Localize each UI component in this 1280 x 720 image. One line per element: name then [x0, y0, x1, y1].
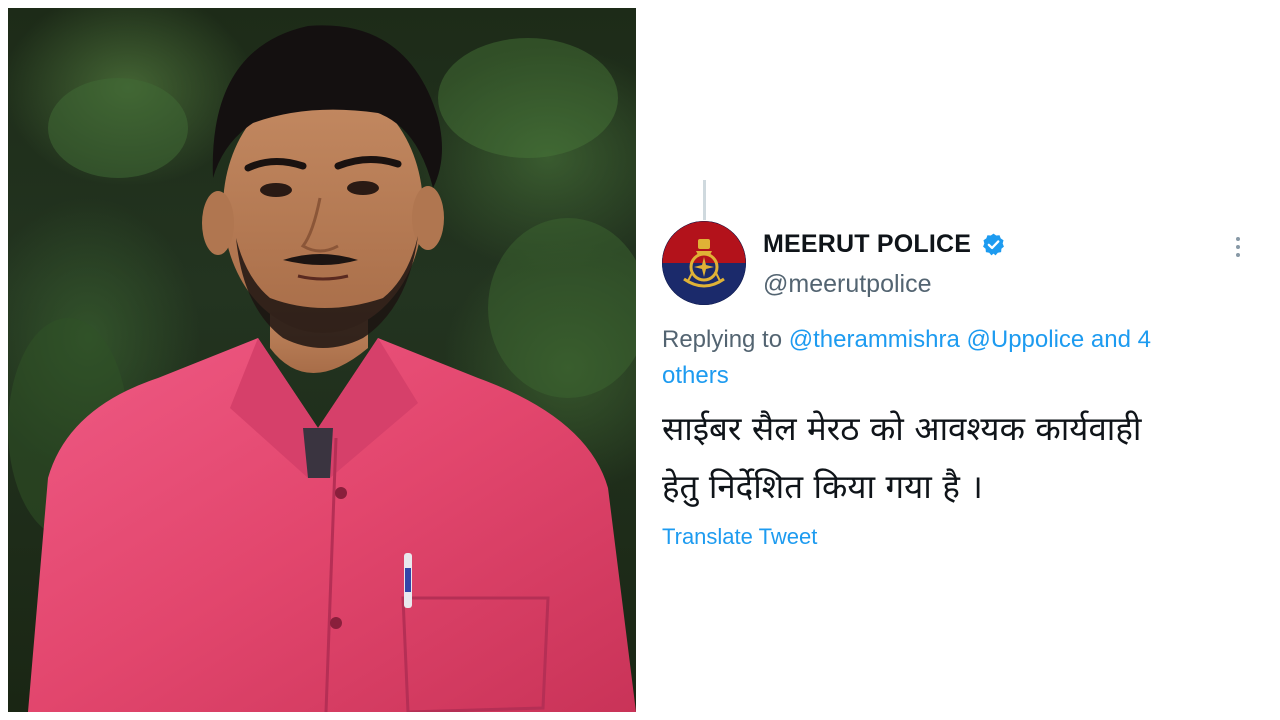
- tweet-card: MEERUT POLICE @meerutpolice Replying to …: [645, 0, 1280, 720]
- up-police-emblem-icon: [662, 221, 746, 305]
- portrait-illustration: [8, 25, 636, 712]
- others-link[interactable]: others: [662, 362, 729, 389]
- translate-tweet-link[interactable]: Translate Tweet: [662, 524, 817, 550]
- tweet-text-line-1: साईबर सैल मेरठ को आवश्यक कार्यवाही: [662, 409, 1142, 448]
- display-name[interactable]: MEERUT POLICE: [763, 230, 971, 259]
- portrait-photo: [8, 8, 636, 712]
- replying-to-line: Replying to @therammishra @Uppolice and …: [662, 322, 1222, 394]
- author-row: MEERUT POLICE: [763, 230, 1006, 259]
- more-dots-icon[interactable]: [1235, 236, 1241, 258]
- tweet-body: साईबर सैल मेरठ को आवश्यक कार्यवाही हेतु …: [662, 400, 1242, 516]
- author-handle[interactable]: @meerutpolice: [763, 270, 932, 299]
- replying-prefix: Replying to: [662, 326, 783, 353]
- collage-canvas: MEERUT POLICE @meerutpolice Replying to …: [0, 0, 1280, 720]
- avatar[interactable]: [662, 221, 746, 305]
- and-others-count[interactable]: and 4: [1091, 326, 1151, 353]
- mention-link-therammishra[interactable]: @therammishra: [789, 326, 960, 353]
- tweet-text-line-2: हेतु निर्देशित किया गया है ।: [662, 467, 983, 506]
- panel-divider: [637, 0, 643, 720]
- verified-badge-icon: [981, 232, 1006, 257]
- mention-link-uppolice[interactable]: @Uppolice: [967, 326, 1085, 353]
- thread-connector-line: [703, 180, 706, 220]
